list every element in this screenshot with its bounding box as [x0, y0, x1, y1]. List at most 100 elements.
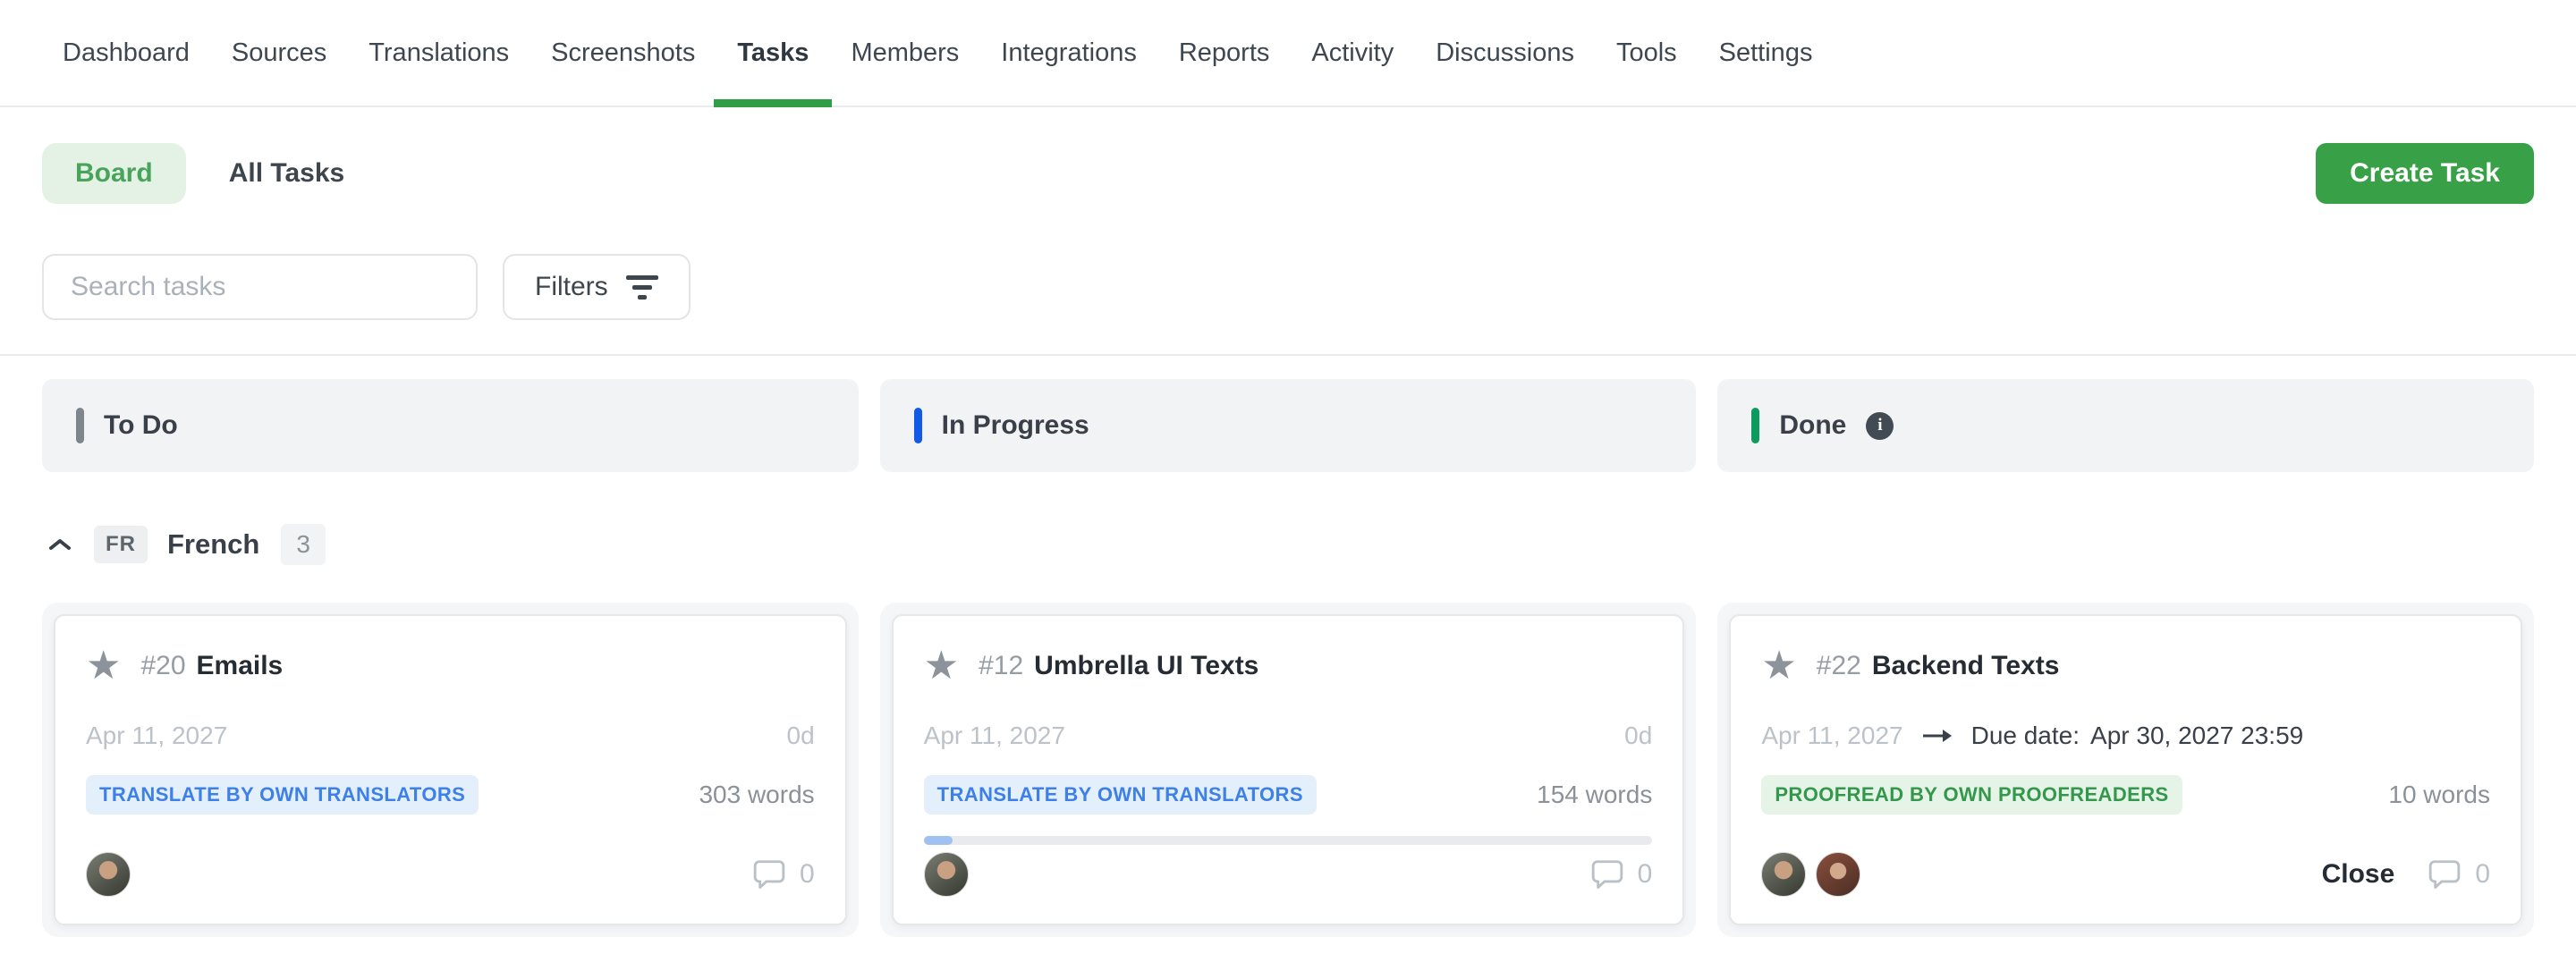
- column-label: Done: [1779, 410, 1846, 441]
- card-badge-row: TRANSLATE BY OWN TRANSLATORS 303 words: [86, 775, 815, 814]
- collapse-group-button[interactable]: [42, 536, 78, 553]
- filter-lines-icon: [626, 275, 658, 300]
- task-card-22[interactable]: ★ #22 Backend Texts Apr 11, 2027 Due dat…: [1729, 614, 2522, 925]
- in-progress-column-well: ★ #12 Umbrella UI Texts Apr 11, 2027 0d …: [880, 603, 1697, 937]
- chevron-up-icon: [47, 536, 72, 553]
- language-name: French: [167, 528, 259, 561]
- nav-tools[interactable]: Tools: [1616, 0, 1677, 105]
- tab-board[interactable]: Board: [42, 143, 186, 204]
- comment-bubble-icon: [1589, 857, 1625, 891]
- nav-integrations[interactable]: Integrations: [1001, 0, 1137, 105]
- close-task-button[interactable]: Close: [2322, 859, 2395, 890]
- todo-color-bar: [76, 408, 84, 443]
- card-meta-row: Apr 11, 2027 0d: [924, 722, 1653, 750]
- search-row: Filters: [42, 254, 2534, 320]
- nav-sources[interactable]: Sources: [232, 0, 326, 105]
- avatar: [86, 852, 131, 897]
- nav-dashboard[interactable]: Dashboard: [63, 0, 190, 105]
- search-input[interactable]: [42, 254, 478, 320]
- done-column-well: ★ #22 Backend Texts Apr 11, 2027 Due dat…: [1717, 603, 2534, 937]
- card-badge-row: TRANSLATE BY OWN TRANSLATORS 154 words: [924, 775, 1653, 814]
- star-icon[interactable]: ★: [924, 646, 959, 686]
- task-count-badge: 3: [281, 524, 326, 565]
- column-label: To Do: [104, 410, 178, 441]
- assignee-avatars: [86, 852, 131, 897]
- card-footer: Close 0: [1761, 852, 2490, 897]
- task-days-left: 0d: [1624, 722, 1652, 750]
- column-header-todo: To Do: [42, 379, 859, 472]
- arrow-right-icon: [1921, 727, 1953, 745]
- assignee-avatars: [924, 852, 969, 897]
- due-date-value: Apr 30, 2027 23:59: [2090, 722, 2303, 750]
- comment-count: 0: [2475, 859, 2490, 890]
- column-header-done: Done i: [1717, 379, 2534, 472]
- nav-settings[interactable]: Settings: [1719, 0, 1813, 105]
- avatar: [1816, 852, 1860, 897]
- column-header-in-progress: In Progress: [880, 379, 1697, 472]
- section-divider: [0, 354, 2576, 356]
- board-column-headers: To Do In Progress Done i: [0, 379, 2576, 472]
- task-card-20[interactable]: ★ #20 Emails Apr 11, 2027 0d TRANSLATE B…: [54, 614, 847, 925]
- card-badge-row: PROOFREAD BY OWN PROOFREADERS 10 words: [1761, 775, 2490, 814]
- in-progress-color-bar: [914, 408, 922, 443]
- task-card-12[interactable]: ★ #12 Umbrella UI Texts Apr 11, 2027 0d …: [892, 614, 1685, 925]
- star-icon[interactable]: ★: [1761, 646, 1796, 686]
- comment-count: 0: [1638, 859, 1653, 890]
- due-date-label: Due date:: [1971, 722, 2080, 750]
- comments-indicator: 0: [1589, 857, 1653, 891]
- filters-label: Filters: [535, 272, 608, 302]
- word-count: 154 words: [1537, 781, 1652, 809]
- language-code-badge: FR: [94, 526, 148, 563]
- nav-activity[interactable]: Activity: [1311, 0, 1394, 105]
- card-footer: 0: [86, 852, 815, 897]
- task-type-badge: PROOFREAD BY OWN PROOFREADERS: [1761, 775, 2182, 814]
- comments-indicator: 0: [751, 857, 815, 891]
- board-cards-row: ★ #20 Emails Apr 11, 2027 0d TRANSLATE B…: [0, 603, 2576, 937]
- task-start-date: Apr 11, 2027: [924, 722, 1065, 750]
- comments-indicator: 0: [2427, 857, 2490, 891]
- top-navigation: Dashboard Sources Translations Screensho…: [0, 0, 2576, 107]
- task-id: #12: [979, 651, 1023, 681]
- task-start-date: Apr 11, 2027: [86, 722, 227, 750]
- nav-tasks[interactable]: Tasks: [737, 0, 809, 105]
- nav-discussions[interactable]: Discussions: [1436, 0, 1574, 105]
- card-title-row: ★ #22 Backend Texts: [1761, 646, 2490, 686]
- language-group-header: FR French 3: [42, 522, 2534, 567]
- done-color-bar: [1751, 408, 1759, 443]
- nav-translations[interactable]: Translations: [369, 0, 509, 105]
- footer-right: 0: [751, 857, 815, 891]
- comment-count: 0: [800, 859, 815, 890]
- task-type-badge: TRANSLATE BY OWN TRANSLATORS: [924, 775, 1317, 814]
- nav-screenshots[interactable]: Screenshots: [551, 0, 695, 105]
- nav-reports[interactable]: Reports: [1179, 0, 1270, 105]
- footer-right: Close 0: [2322, 857, 2490, 891]
- task-title: Backend Texts: [1872, 651, 2060, 681]
- comment-bubble-icon: [2427, 857, 2462, 891]
- create-task-button[interactable]: Create Task: [2316, 143, 2534, 204]
- task-id: #22: [1817, 651, 1861, 681]
- view-tabs-row: Board All Tasks Create Task: [42, 143, 2534, 204]
- info-icon[interactable]: i: [1866, 412, 1894, 440]
- todo-column-well: ★ #20 Emails Apr 11, 2027 0d TRANSLATE B…: [42, 603, 859, 937]
- progress-bar: [924, 836, 1653, 845]
- tab-all-tasks[interactable]: All Tasks: [229, 158, 345, 189]
- filters-button[interactable]: Filters: [503, 254, 691, 320]
- task-days-left: 0d: [787, 722, 815, 750]
- task-id: #20: [140, 651, 185, 681]
- column-label: In Progress: [942, 410, 1089, 441]
- comment-bubble-icon: [751, 857, 787, 891]
- star-icon[interactable]: ★: [86, 646, 121, 686]
- word-count: 303 words: [699, 781, 814, 809]
- card-title-row: ★ #20 Emails: [86, 646, 815, 686]
- nav-members[interactable]: Members: [851, 0, 959, 105]
- task-title: Emails: [197, 651, 284, 681]
- task-start-date: Apr 11, 2027: [1761, 722, 1902, 750]
- assignee-avatars: [1761, 852, 1860, 897]
- avatar: [924, 852, 969, 897]
- progress-bar-fill: [924, 836, 953, 845]
- footer-right: 0: [1589, 857, 1653, 891]
- avatar: [1761, 852, 1806, 897]
- word-count: 10 words: [2388, 781, 2490, 809]
- task-type-badge: TRANSLATE BY OWN TRANSLATORS: [86, 775, 479, 814]
- task-title: Umbrella UI Texts: [1034, 651, 1258, 681]
